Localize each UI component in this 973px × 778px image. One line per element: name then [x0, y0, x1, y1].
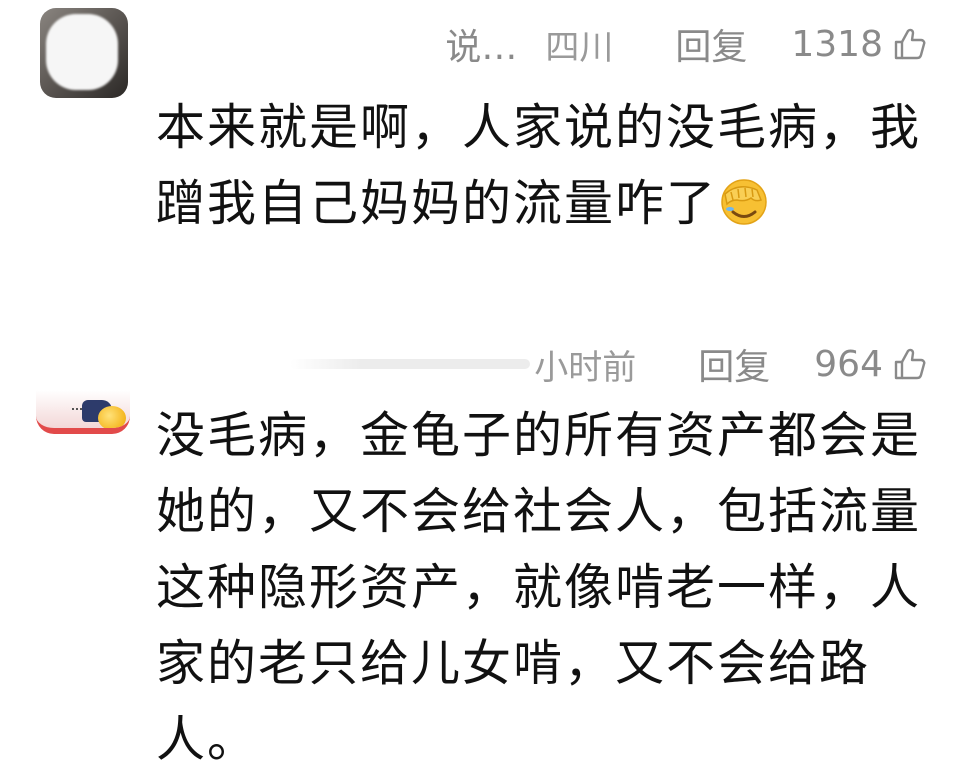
comment-line: 这种隐形资产，就像啃老一样，人 — [156, 559, 922, 616]
comment-meta: 说… 四川 回复 1318 — [445, 18, 927, 70]
username-redacted[interactable] — [290, 359, 531, 369]
thumbs-up-icon[interactable] — [893, 347, 927, 381]
avatar[interactable] — [36, 344, 130, 434]
comment-line: 本来就是啊，人家说的没毛病，我 — [156, 99, 922, 156]
comment-line: 她的，又不会给社会人，包括流量 — [156, 483, 922, 540]
avatar-mask — [46, 14, 118, 90]
comment-meta: 小时前 回复 964 — [290, 338, 927, 390]
reply-button[interactable]: 回复 — [698, 338, 770, 390]
username[interactable]: 说… — [445, 18, 517, 70]
avatar[interactable] — [40, 8, 128, 98]
avatar-badge — [98, 406, 126, 428]
comment-item: 小时前 回复 964 没毛病，金龟子的所有资产都会是 她的，又不会给社会人，包括… — [0, 320, 973, 768]
comment-line: 人。 — [156, 711, 259, 768]
comment-line: 没毛病，金龟子的所有资产都会是 — [156, 407, 922, 464]
comment-line: 蹭我自己妈妈的流量咋了 — [156, 175, 718, 232]
comment-text: 本来就是啊，人家说的没毛病，我 蹭我自己妈妈的流量咋了 — [156, 90, 926, 242]
comment-text: 没毛病，金龟子的所有资产都会是 她的，又不会给社会人，包括流量 这种隐形资产，就… — [156, 398, 926, 778]
facepalm-emoji-icon — [721, 179, 767, 225]
avatar-decoration — [72, 408, 82, 414]
like-count: 964 — [814, 343, 883, 385]
timestamp: 小时前 — [534, 347, 637, 388]
like-count: 1318 — [791, 23, 883, 65]
reply-button[interactable]: 回复 — [675, 18, 747, 70]
comment-item: 说… 四川 回复 1318 本来就是啊，人家说的没毛病，我 蹭我自己妈妈的流量咋… — [0, 0, 973, 300]
comment-line: 家的老只给儿女啃，又不会给路 — [156, 635, 871, 692]
thumbs-up-icon[interactable] — [893, 27, 927, 61]
location-label: 四川 — [545, 27, 614, 68]
comment-line-with-emoji: 蹭我自己妈妈的流量咋了 — [156, 166, 926, 242]
